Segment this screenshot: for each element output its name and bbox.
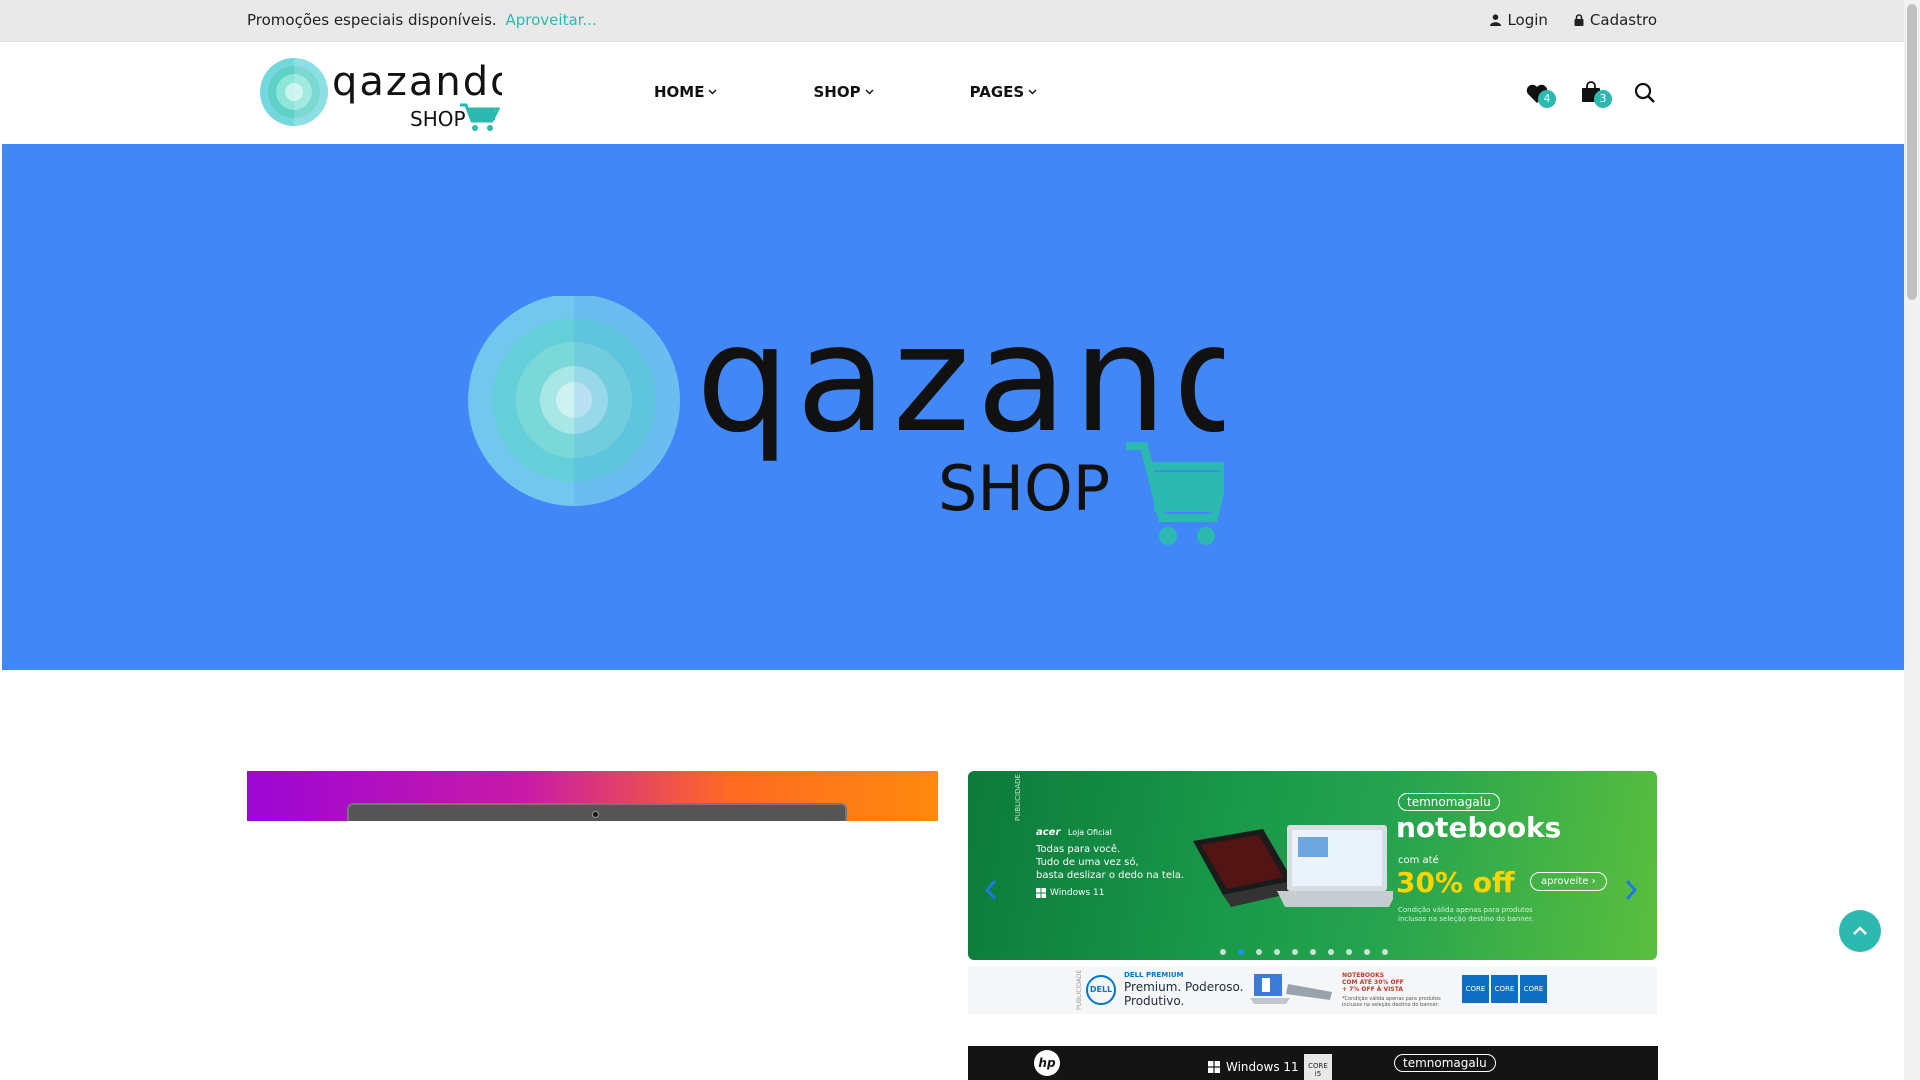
carousel-dot[interactable]	[1220, 949, 1226, 955]
intel-core-badge: CORE	[1520, 975, 1547, 1003]
carousel-dot[interactable]	[1238, 949, 1244, 955]
slide-cta-button[interactable]: aproveite ›	[1530, 872, 1607, 891]
dell-logo: DELL	[1086, 975, 1116, 1005]
user-icon	[1490, 14, 1502, 26]
header-actions: 4 3	[1524, 78, 1664, 112]
logo-sub: SHOP	[410, 107, 466, 131]
scrollbar-thumb[interactable]	[1907, 4, 1917, 300]
dell-offer-line: COM ATÉ 30% OFF	[1342, 979, 1404, 986]
promo-message: Promoções especiais disponíveis. Aprovei…	[247, 11, 597, 29]
windows-label: Windows 11	[1050, 888, 1105, 898]
chevron-up-icon	[1853, 926, 1867, 935]
search-button[interactable]	[1634, 82, 1660, 108]
carousel-dot[interactable]	[1364, 949, 1370, 955]
hero-banner: qazando SHOP	[2, 144, 1904, 670]
wishlist-count-badge: 4	[1538, 90, 1556, 108]
logo-word: qazando	[332, 59, 502, 105]
chevron-right-icon	[1625, 880, 1638, 900]
laptops-image	[1193, 825, 1393, 907]
carousel-dot[interactable]	[1346, 949, 1352, 955]
cart-logo-icon	[460, 103, 501, 131]
dell-fine-print: *Condição válida apenas para produtos in…	[1342, 996, 1441, 1008]
login-label: Login	[1507, 11, 1548, 29]
discount-prefix: com até	[1398, 855, 1439, 866]
store-badge: temnomagalu	[1398, 793, 1500, 811]
signup-link[interactable]: Cadastro	[1574, 11, 1657, 29]
carousel-dot[interactable]	[1328, 949, 1334, 955]
top-bar: Promoções especiais disponíveis. Aprovei…	[0, 0, 1904, 42]
promo-link[interactable]: Aproveitar...	[506, 11, 597, 29]
chevron-down-icon	[1028, 89, 1037, 95]
cart-count-badge: 3	[1594, 90, 1612, 108]
windows-badge: Windows 11	[1036, 888, 1105, 898]
chevron-down-icon	[865, 89, 874, 95]
dell-tagline-line: Premium. Poderoso.	[1124, 980, 1244, 994]
camera-icon	[592, 811, 599, 818]
slide-headline: notebooks	[1396, 811, 1562, 844]
carousel-dot[interactable]	[1382, 949, 1388, 955]
page: Promoções especiais disponíveis. Aprovei…	[0, 0, 1920, 1080]
signup-label: Cadastro	[1589, 11, 1657, 29]
carousel-dot[interactable]	[1310, 949, 1316, 955]
carousel-dot[interactable]	[1292, 949, 1298, 955]
dell-tagline-line: Produtivo.	[1124, 994, 1185, 1008]
promo-text: Promoções especiais disponíveis.	[247, 11, 497, 29]
laptop-image	[347, 803, 847, 821]
hero-logo-sub: SHOP	[938, 452, 1110, 525]
intel-core-badge: CORE	[1462, 975, 1489, 1003]
brand-store: Loja Oficial	[1067, 828, 1112, 837]
nav-pages[interactable]: PAGES	[970, 83, 1038, 101]
slide-fine-print: Condição válida apenas para produtos inc…	[1398, 906, 1534, 923]
ad-tag: PUBLICIDADE	[1076, 969, 1083, 1010]
ad-tag: PUBLICIDADE	[1014, 774, 1022, 821]
carousel-dot[interactable]	[1274, 949, 1280, 955]
carousel-dots	[1220, 949, 1388, 955]
hero-logo-word: qazando	[696, 296, 1224, 465]
dell-premium-label: DELL PREMIUM	[1124, 971, 1184, 979]
store-badge: temnomagalu	[1394, 1054, 1496, 1072]
nav-shop-label: SHOP	[813, 83, 861, 101]
carousel-dot[interactable]	[1256, 949, 1262, 955]
main-nav: HOME SHOP PAGES	[654, 83, 1133, 101]
windows-icon	[1208, 1061, 1220, 1073]
search-icon	[1634, 82, 1655, 103]
dell-offer-line: NOTEBOOKS	[1342, 972, 1385, 979]
wishlist-button[interactable]: 4	[1524, 80, 1556, 110]
hero-logo: qazando SHOP	[468, 296, 1224, 545]
page-scrollbar[interactable]	[1904, 0, 1920, 1080]
discount-value: 30% off	[1396, 866, 1515, 899]
chevron-left-icon	[984, 880, 997, 900]
promo-carousel[interactable]: PUBLICIDADE acer Loja Oficial Todas para…	[968, 771, 1657, 960]
nav-shop[interactable]: SHOP	[813, 83, 874, 101]
brand-label: acer Loja Oficial	[1036, 827, 1112, 838]
dell-ad-banner[interactable]: PUBLICIDADE DELL DELL PREMIUM Premium. P…	[968, 966, 1657, 1014]
main-header: qazando SHOP HOME SHOP PAGES 4 3	[0, 42, 1904, 144]
windows-badge: Windows 11	[1208, 1060, 1299, 1074]
carousel-prev-button[interactable]	[984, 879, 998, 907]
windows-icon	[1036, 888, 1046, 898]
account-links: Login Cadastro	[1490, 11, 1657, 29]
nav-home-label: HOME	[654, 83, 705, 101]
lock-icon	[1574, 14, 1584, 26]
login-link[interactable]: Login	[1490, 11, 1548, 29]
dell-notebooks-offer: NOTEBOOKS COM ATÉ 30% OFF + 7% OFF À VIS…	[1342, 972, 1442, 993]
left-product-banner[interactable]	[247, 771, 938, 821]
nav-home[interactable]: HOME	[654, 83, 717, 101]
back-to-top-button[interactable]	[1839, 910, 1881, 952]
windows-label: Windows 11	[1226, 1060, 1299, 1074]
dell-offer-line: + 7% OFF À VISTA	[1342, 986, 1403, 993]
brand-name: acer	[1036, 827, 1061, 838]
hp-logo: hp	[1034, 1050, 1060, 1076]
intel-chips: CORE CORE CORE	[1462, 975, 1547, 1003]
dell-tagline: Premium. Poderoso. Produtivo.	[1124, 980, 1243, 1008]
carousel-next-button[interactable]	[1624, 879, 1638, 907]
chevron-down-icon	[708, 89, 717, 95]
cart-button[interactable]: 3	[1580, 78, 1612, 110]
intel-badge: CORE i5	[1304, 1054, 1332, 1080]
site-logo[interactable]: qazando SHOP	[258, 57, 502, 133]
dell-laptops-image	[1250, 974, 1332, 1004]
hp-ad-banner[interactable]: hp Windows 11 CORE i5 temnomagalu	[968, 1046, 1658, 1080]
nav-pages-label: PAGES	[969, 83, 1025, 101]
intel-core-badge: CORE	[1491, 975, 1518, 1003]
